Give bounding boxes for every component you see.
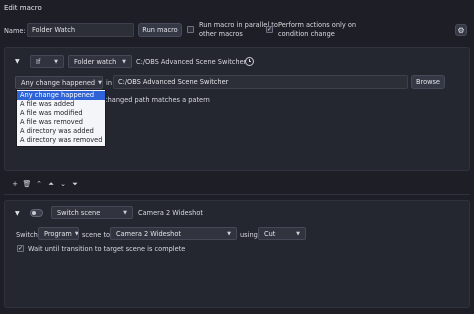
move-top-icon[interactable]: ⏶ [46,179,56,189]
window-title: Edit macro [4,4,42,12]
wait-label: Wait until transition to target scene is… [28,245,186,253]
chevron-down-icon: ▼ [122,58,126,65]
path-input[interactable]: C:/OBS Advanced Scene Switcher [113,75,408,89]
trash-icon[interactable]: 🗑 [22,179,32,189]
chevron-down-icon: ▼ [227,230,231,237]
only-on-change-checkbox[interactable]: ✓ [266,26,273,33]
collapse-action-icon[interactable]: ▼ [15,210,20,217]
action-summary: Camera 2 Wideshot [138,209,203,217]
scene-select-value: Camera 2 Wideshot [116,229,181,238]
dropdown-option[interactable]: A directory was added [17,127,105,136]
move-bottom-icon[interactable]: ⏷ [70,179,80,189]
chevron-down-icon: ▼ [74,230,79,237]
macro-name-input[interactable]: Folder Watch [27,23,134,37]
dropdown-option[interactable]: A file was modified [17,109,105,118]
condition-type-select[interactable]: Folder watch ▼ [68,55,132,68]
section-divider [4,194,470,195]
scene-to-label: scene to [82,231,111,239]
chevron-down-icon: ▼ [123,209,127,216]
using-label: using [240,231,258,239]
dropdown-option[interactable]: A file was added [17,100,105,109]
condition-path-summary: C:/OBS Advanced Scene Switcher [136,58,247,66]
logic-select[interactable]: If ▼ [30,55,64,68]
settings-button[interactable]: ⚙ [455,24,467,36]
change-type-dropdown: Any change happened A file was added A f… [16,89,106,147]
scene-select[interactable]: Camera 2 Wideshot ▼ [110,227,237,240]
checkmark-icon: ✓ [266,25,273,33]
collapse-condition-icon[interactable]: ▼ [15,58,20,65]
only-on-change-line1: Perform actions only on [278,21,357,29]
move-up-icon[interactable]: ⌃ [34,179,44,189]
browse-button[interactable]: Browse [411,75,445,89]
logic-select-value: If [36,57,41,66]
duration-clock-icon[interactable] [245,57,254,66]
action-enable-toggle[interactable] [30,209,43,217]
plus-icon[interactable]: + [10,179,20,189]
action-type-select[interactable]: Switch scene ▼ [51,206,133,219]
switch-target-value: Program [44,229,72,238]
pattern-label: changed path matches a patern [104,96,210,104]
condition-type-value: Folder watch [74,57,117,66]
condition-toolbar: + 🗑 ⌃ ⏶ ⌄ ⏷ [10,179,80,189]
switch-label: Switch [16,231,38,239]
gear-icon: ⚙ [457,25,465,35]
dropdown-option[interactable]: A directory was removed [17,136,105,145]
switch-target-select[interactable]: Program ▼ [38,227,79,240]
chevron-down-icon: ▼ [54,58,58,65]
transition-select-value: Cut [264,229,276,238]
dropdown-option[interactable]: A file was removed [17,118,105,127]
checkmark-icon: ✓ [17,244,24,252]
dropdown-option[interactable]: Any change happened [17,91,105,100]
only-on-change-label: Perform actions only on condition change [278,21,356,39]
move-down-icon[interactable]: ⌄ [58,179,68,189]
name-label: Name: [4,27,26,35]
change-type-select[interactable]: Any change happened ▼ [15,76,103,89]
change-type-value: Any change happened [21,78,96,87]
run-macro-button[interactable]: Run macro [138,23,182,37]
wait-checkbox[interactable]: ✓ [17,245,24,252]
chevron-down-icon: ▼ [98,79,102,86]
chevron-down-icon: ▼ [296,230,300,237]
action-type-value: Switch scene [57,208,101,217]
transition-select[interactable]: Cut ▼ [258,227,306,240]
only-on-change-line2: condition change [278,30,335,38]
in-label: in [106,79,113,87]
parallel-checkbox[interactable] [187,26,194,33]
